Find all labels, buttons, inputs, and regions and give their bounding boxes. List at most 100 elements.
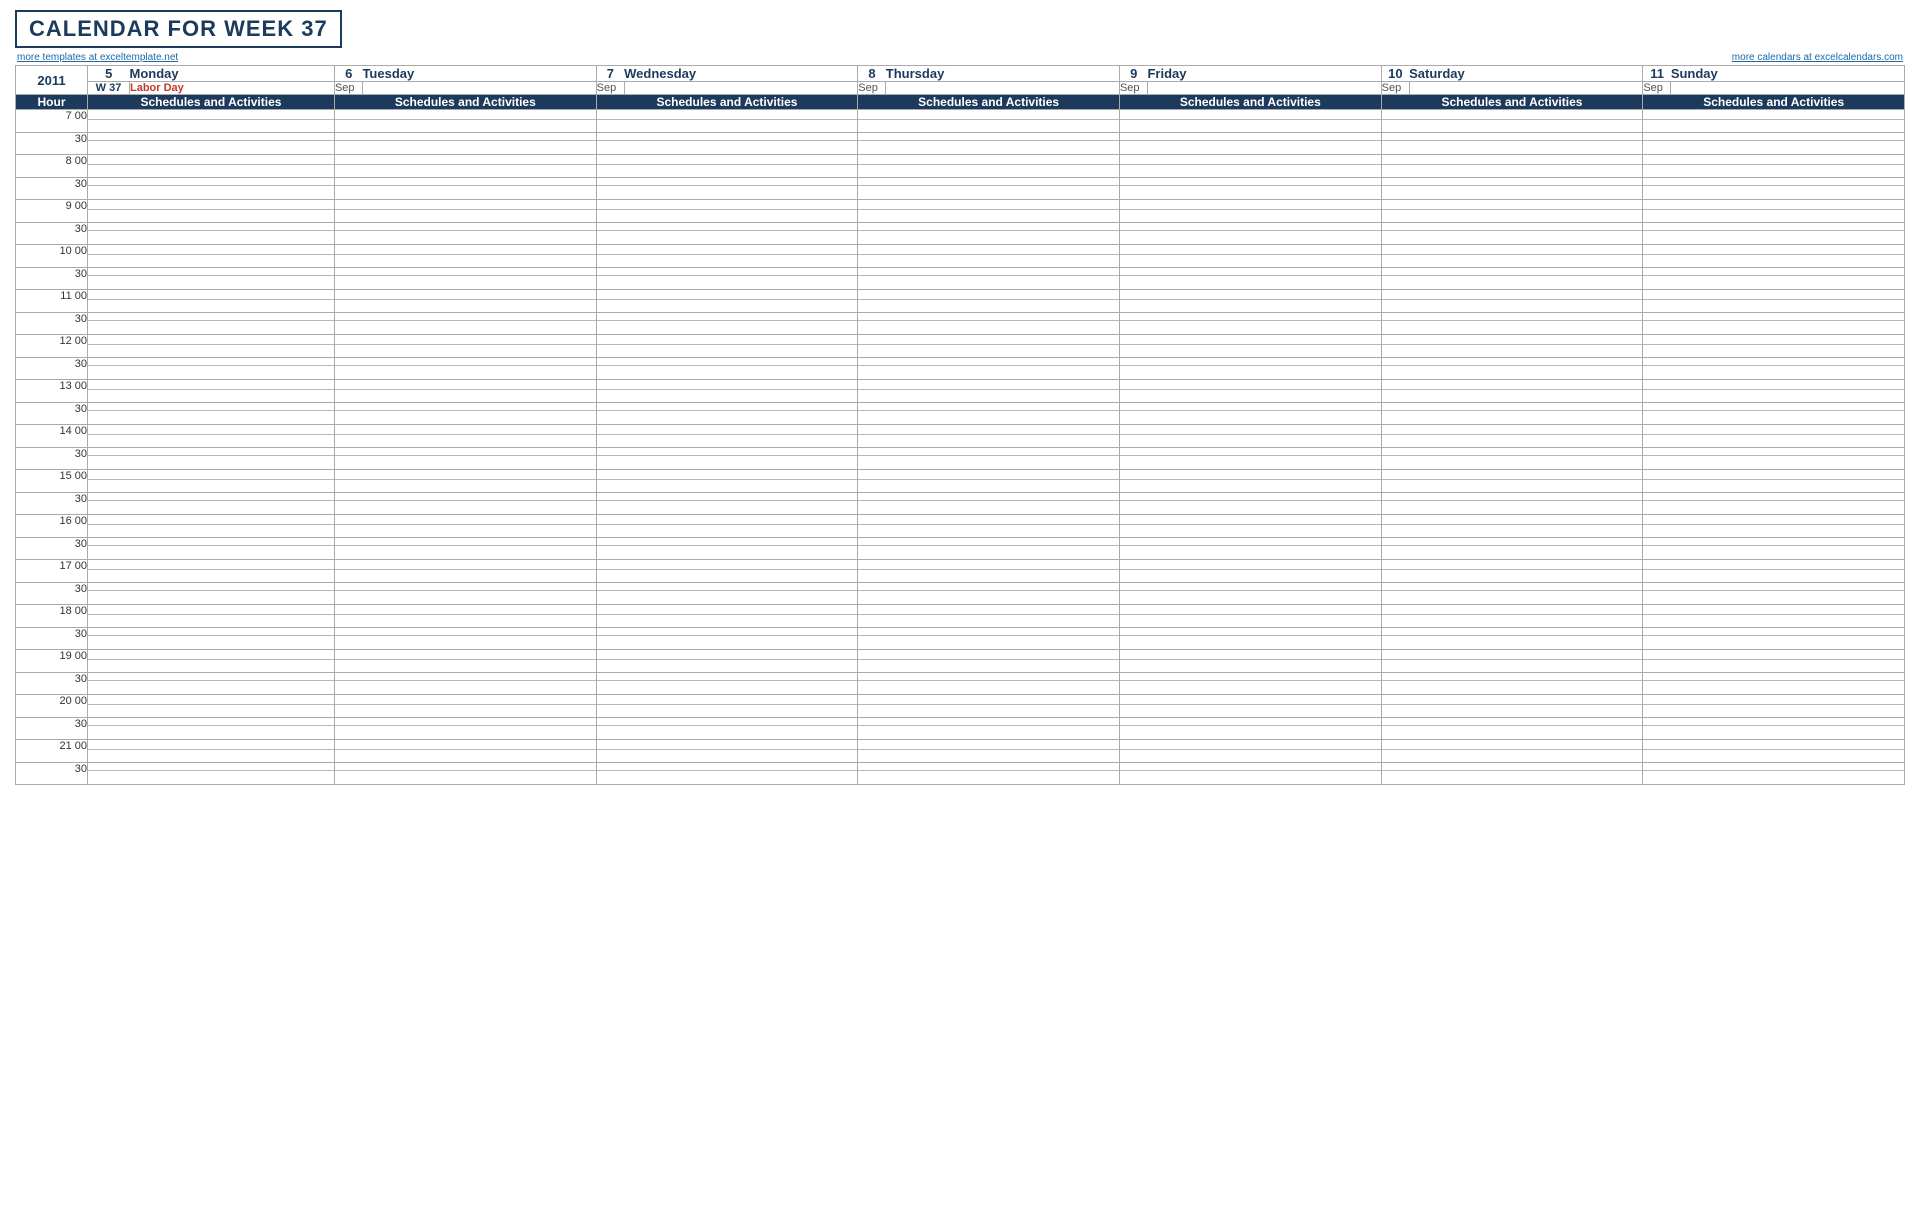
sched-cell-day2-1100[interactable] — [596, 290, 858, 313]
sched-cell-day5-1030[interactable] — [1381, 268, 1643, 290]
sched-cell-day6-2030[interactable] — [1643, 718, 1905, 740]
sched-cell-day2-2100[interactable] — [596, 740, 858, 763]
sched-cell-day5-1200[interactable] — [1381, 335, 1643, 358]
sched-cell-day6-1730[interactable] — [1643, 583, 1905, 605]
sched-cell-day1-800[interactable] — [334, 155, 596, 178]
sched-cell-day5-1830[interactable] — [1381, 628, 1643, 650]
sched-cell-day3-930[interactable] — [858, 223, 1120, 245]
sched-cell-day6-830[interactable] — [1643, 178, 1905, 200]
sched-cell-day3-1130[interactable] — [858, 313, 1120, 335]
sched-cell-day1-1030[interactable] — [334, 268, 596, 290]
sched-cell-day6-1830[interactable] — [1643, 628, 1905, 650]
sched-cell-day2-1000[interactable] — [596, 245, 858, 268]
sched-cell-day3-1900[interactable] — [858, 650, 1120, 673]
sched-cell-day4-1630[interactable] — [1119, 538, 1381, 560]
sched-cell-day3-700[interactable] — [858, 110, 1120, 133]
sched-cell-day1-2000[interactable] — [334, 695, 596, 718]
sched-cell-day6-2000[interactable] — [1643, 695, 1905, 718]
sched-cell-day0-800[interactable] — [88, 155, 335, 178]
sched-cell-day6-700[interactable] — [1643, 110, 1905, 133]
sched-cell-day6-1300[interactable] — [1643, 380, 1905, 403]
sched-cell-day6-730[interactable] — [1643, 133, 1905, 155]
sched-cell-day4-1730[interactable] — [1119, 583, 1381, 605]
sched-cell-day2-830[interactable] — [596, 178, 858, 200]
sched-cell-day4-1300[interactable] — [1119, 380, 1381, 403]
sched-cell-day4-1200[interactable] — [1119, 335, 1381, 358]
sched-cell-day4-2130[interactable] — [1119, 763, 1381, 785]
sched-cell-day0-1930[interactable] — [88, 673, 335, 695]
sched-cell-day0-2000[interactable] — [88, 695, 335, 718]
sched-cell-day0-1600[interactable] — [88, 515, 335, 538]
sched-cell-day2-1900[interactable] — [596, 650, 858, 673]
sched-cell-day0-1700[interactable] — [88, 560, 335, 583]
sched-cell-day0-1800[interactable] — [88, 605, 335, 628]
sched-cell-day4-1000[interactable] — [1119, 245, 1381, 268]
sched-cell-day1-2130[interactable] — [334, 763, 596, 785]
sched-cell-day1-1400[interactable] — [334, 425, 596, 448]
sched-cell-day1-730[interactable] — [334, 133, 596, 155]
sched-cell-day3-900[interactable] — [858, 200, 1120, 223]
sched-cell-day5-700[interactable] — [1381, 110, 1643, 133]
sched-cell-day6-1130[interactable] — [1643, 313, 1905, 335]
sched-cell-day0-900[interactable] — [88, 200, 335, 223]
sched-cell-day4-900[interactable] — [1119, 200, 1381, 223]
sched-cell-day1-1200[interactable] — [334, 335, 596, 358]
sched-cell-day2-1830[interactable] — [596, 628, 858, 650]
sched-cell-day1-830[interactable] — [334, 178, 596, 200]
sched-cell-day5-1930[interactable] — [1381, 673, 1643, 695]
sched-cell-day3-2130[interactable] — [858, 763, 1120, 785]
sched-cell-day2-1930[interactable] — [596, 673, 858, 695]
sched-cell-day6-1330[interactable] — [1643, 403, 1905, 425]
sched-cell-day0-1730[interactable] — [88, 583, 335, 605]
sched-cell-day1-1700[interactable] — [334, 560, 596, 583]
sched-cell-day1-1230[interactable] — [334, 358, 596, 380]
sched-cell-day5-1600[interactable] — [1381, 515, 1643, 538]
sched-cell-day0-1030[interactable] — [88, 268, 335, 290]
sched-cell-day4-1600[interactable] — [1119, 515, 1381, 538]
sched-cell-day5-1500[interactable] — [1381, 470, 1643, 493]
sched-cell-day3-1330[interactable] — [858, 403, 1120, 425]
sched-cell-day6-1900[interactable] — [1643, 650, 1905, 673]
sched-cell-day5-730[interactable] — [1381, 133, 1643, 155]
sched-cell-day4-1130[interactable] — [1119, 313, 1381, 335]
sched-cell-day3-1430[interactable] — [858, 448, 1120, 470]
sched-cell-day0-1400[interactable] — [88, 425, 335, 448]
sched-cell-day0-1230[interactable] — [88, 358, 335, 380]
sched-cell-day2-1700[interactable] — [596, 560, 858, 583]
sched-cell-day6-1630[interactable] — [1643, 538, 1905, 560]
sched-cell-day5-1630[interactable] — [1381, 538, 1643, 560]
sched-cell-day6-1530[interactable] — [1643, 493, 1905, 515]
sched-cell-day6-1500[interactable] — [1643, 470, 1905, 493]
sched-cell-day1-2100[interactable] — [334, 740, 596, 763]
sched-cell-day6-2130[interactable] — [1643, 763, 1905, 785]
sched-cell-day4-1530[interactable] — [1119, 493, 1381, 515]
sched-cell-day1-930[interactable] — [334, 223, 596, 245]
sched-cell-day6-1800[interactable] — [1643, 605, 1905, 628]
sched-cell-day5-830[interactable] — [1381, 178, 1643, 200]
sched-cell-day2-930[interactable] — [596, 223, 858, 245]
sched-cell-day6-930[interactable] — [1643, 223, 1905, 245]
sched-cell-day5-2030[interactable] — [1381, 718, 1643, 740]
link-left[interactable]: more templates at exceltemplate.net — [17, 52, 178, 63]
sched-cell-day5-1000[interactable] — [1381, 245, 1643, 268]
link-right[interactable]: more calendars at excelcalendars.com — [1732, 52, 1903, 63]
sched-cell-day2-1230[interactable] — [596, 358, 858, 380]
sched-cell-day0-2100[interactable] — [88, 740, 335, 763]
sched-cell-day1-1730[interactable] — [334, 583, 596, 605]
sched-cell-day0-1630[interactable] — [88, 538, 335, 560]
sched-cell-day6-1430[interactable] — [1643, 448, 1905, 470]
sched-cell-day3-730[interactable] — [858, 133, 1120, 155]
sched-cell-day5-2100[interactable] — [1381, 740, 1643, 763]
sched-cell-day2-900[interactable] — [596, 200, 858, 223]
sched-cell-day1-1300[interactable] — [334, 380, 596, 403]
sched-cell-day4-2000[interactable] — [1119, 695, 1381, 718]
sched-cell-day5-2000[interactable] — [1381, 695, 1643, 718]
sched-cell-day2-2030[interactable] — [596, 718, 858, 740]
sched-cell-day2-1600[interactable] — [596, 515, 858, 538]
sched-cell-day4-800[interactable] — [1119, 155, 1381, 178]
sched-cell-day3-1800[interactable] — [858, 605, 1120, 628]
sched-cell-day0-1500[interactable] — [88, 470, 335, 493]
sched-cell-day6-1000[interactable] — [1643, 245, 1905, 268]
sched-cell-day2-1030[interactable] — [596, 268, 858, 290]
sched-cell-day6-900[interactable] — [1643, 200, 1905, 223]
